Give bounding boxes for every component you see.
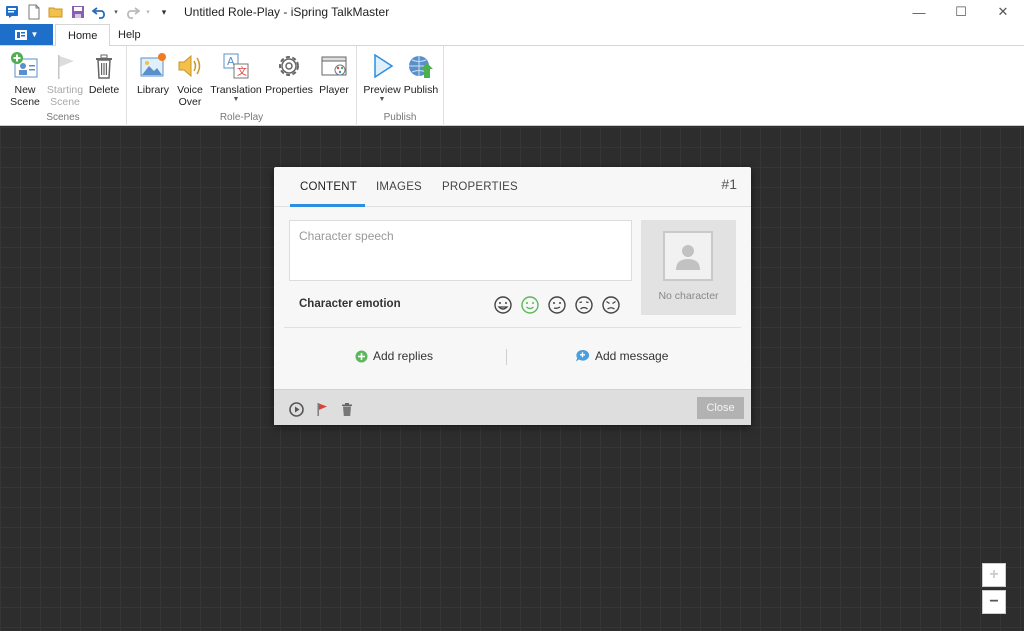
save-icon[interactable] [68, 2, 88, 22]
voice-over-label-1: Voice [177, 84, 203, 96]
undo-dropdown-icon[interactable]: ▾ [112, 2, 120, 22]
translation-dropdown-icon: ▼ [232, 96, 240, 103]
globe-upload-icon [406, 51, 436, 81]
character-emotion-label: Character emotion [299, 298, 401, 310]
voice-over-button[interactable]: Voice Over [173, 51, 207, 108]
trash-icon [89, 51, 119, 81]
publish-label: Publish [403, 84, 439, 96]
maximize-button[interactable]: ☐ [940, 0, 982, 24]
file-menu-icon [14, 29, 27, 40]
tab-home[interactable]: Home [55, 24, 111, 47]
translation-icon: A文 [221, 51, 251, 81]
redo-icon[interactable] [122, 2, 142, 22]
player-label: Player [319, 84, 349, 96]
active-tab-indicator [290, 204, 365, 207]
file-menu-button[interactable]: ▼ [0, 24, 53, 45]
scene-card: CONTENT IMAGES PROPERTIES #1 No characte… [274, 167, 751, 425]
properties-button[interactable]: Properties [265, 51, 313, 96]
group-scenes: New Scene Starting Scene Delete Scenes [0, 46, 127, 126]
tab-content[interactable]: CONTENT [300, 181, 357, 193]
emotion-picker [493, 295, 621, 315]
library-button[interactable]: Library [135, 51, 171, 96]
scene-tabs: CONTENT IMAGES PROPERTIES #1 [274, 167, 751, 207]
scene-card-footer: Close [274, 389, 751, 425]
voice-over-label-2: Over [178, 96, 202, 108]
scene-number: #1 [721, 176, 737, 192]
starting-scene-label-1: Starting [46, 84, 84, 96]
delete-label: Delete [88, 84, 120, 96]
close-window-button[interactable]: ✕ [982, 0, 1024, 24]
preview-button[interactable]: Preview ▼ [363, 51, 401, 104]
angry-emotion-icon[interactable] [601, 295, 621, 315]
minimize-button[interactable]: — [898, 0, 940, 24]
library-icon [138, 51, 168, 81]
add-replies-label: Add replies [373, 349, 434, 363]
add-circle-icon [355, 350, 368, 362]
starting-scene-label-2: Scene [50, 96, 80, 108]
new-scene-label-1: New [14, 84, 36, 96]
play-icon [367, 51, 397, 81]
sad-emotion-icon[interactable] [574, 295, 594, 315]
app-icon[interactable] [2, 2, 22, 22]
player-button[interactable]: Player [316, 51, 352, 96]
gear-icon [274, 51, 304, 81]
translation-label: Translation [210, 84, 262, 96]
new-scene-button[interactable]: New Scene [7, 51, 43, 108]
delete-scene-icon[interactable] [339, 401, 355, 417]
group-label-role-play: Role-Play [219, 112, 264, 123]
delete-scene-button[interactable]: Delete [87, 51, 121, 96]
add-replies-button[interactable]: Add replies [355, 349, 433, 363]
preview-label: Preview [363, 84, 401, 96]
neutral-emotion-icon[interactable] [547, 295, 567, 315]
chevron-down-icon: ▼ [30, 30, 39, 39]
divider [284, 327, 741, 328]
character-speech-box [289, 220, 632, 281]
happy-emotion-icon[interactable] [493, 295, 513, 315]
group-role-play: Library Voice Over A文 Translation ▼ Prop… [127, 46, 357, 126]
quick-access-toolbar: ▾ ▾ ▾ [0, 2, 174, 22]
redo-dropdown-icon[interactable]: ▾ [144, 2, 152, 22]
svg-text:文: 文 [237, 65, 247, 78]
publish-button[interactable]: Publish [403, 51, 439, 96]
flag-icon [50, 51, 80, 81]
no-character-label: No character [658, 290, 719, 302]
open-folder-icon[interactable] [46, 2, 66, 22]
add-message-button[interactable]: Add message [575, 349, 668, 363]
character-avatar[interactable]: No character [641, 220, 736, 315]
message-add-icon [576, 349, 590, 362]
ribbon: New Scene Starting Scene Delete Scenes L… [0, 46, 1024, 126]
play-scene-icon[interactable] [288, 401, 304, 417]
starting-flag-icon[interactable] [314, 401, 330, 417]
group-label-publish: Publish [383, 112, 417, 123]
zoom-out-button[interactable]: − [982, 590, 1006, 614]
group-publish: Preview ▼ Publish Publish [357, 46, 444, 126]
title-bar: ▾ ▾ ▾ Untitled Role-Play - iSpring TalkM… [0, 0, 1024, 24]
new-scene-label-2: Scene [10, 96, 40, 108]
library-label: Library [136, 84, 170, 96]
zoom-in-button[interactable]: + [982, 563, 1006, 587]
undo-icon[interactable] [90, 2, 110, 22]
player-icon [319, 51, 349, 81]
tab-images[interactable]: IMAGES [376, 181, 422, 193]
character-speech-input[interactable] [290, 221, 631, 280]
new-file-icon[interactable] [24, 2, 44, 22]
properties-label: Properties [265, 84, 313, 96]
customize-toolbar-icon[interactable]: ▾ [154, 2, 174, 22]
tab-help[interactable]: Help [106, 24, 153, 46]
new-scene-icon [10, 51, 40, 81]
ribbon-tabs: ▼ Home Help [0, 24, 1024, 47]
starting-scene-button[interactable]: Starting Scene [45, 51, 85, 108]
preview-dropdown-icon: ▼ [378, 96, 386, 103]
speaker-icon [175, 51, 205, 81]
smile-emotion-icon[interactable] [520, 295, 540, 315]
translation-button[interactable]: A文 Translation ▼ [209, 51, 263, 104]
action-separator [506, 349, 507, 365]
person-icon [676, 245, 700, 270]
group-label-scenes: Scenes [46, 112, 80, 123]
avatar-placeholder [663, 231, 713, 281]
close-button[interactable]: Close [697, 397, 744, 419]
tab-properties[interactable]: PROPERTIES [442, 181, 518, 193]
add-message-label: Add message [595, 349, 669, 363]
window-title: Untitled Role-Play - iSpring TalkMaster [184, 5, 390, 19]
